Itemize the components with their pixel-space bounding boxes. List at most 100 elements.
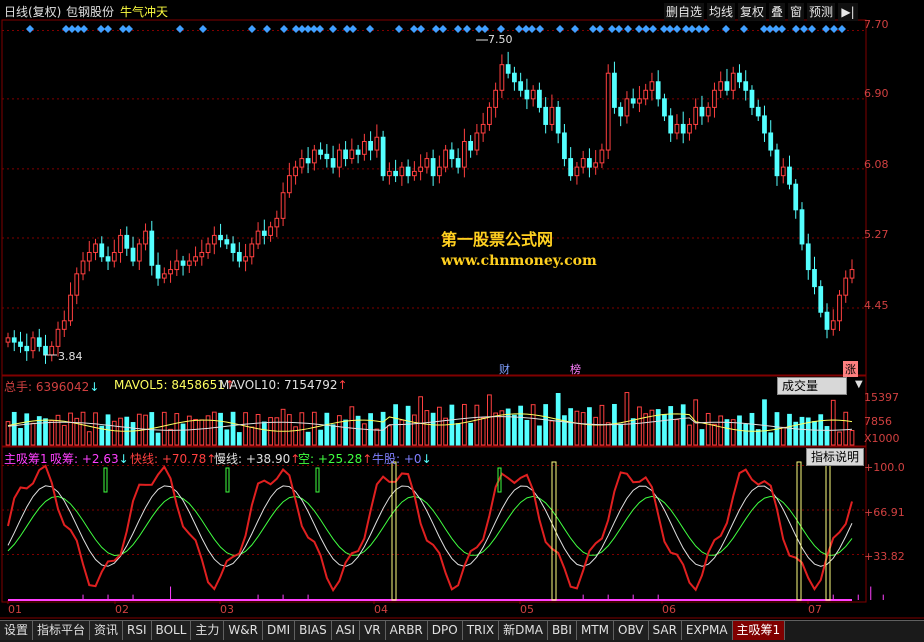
indicator-explain-button[interactable]: 指标说明 <box>806 448 864 466</box>
volume-bar <box>418 396 423 446</box>
window-button[interactable]: 窗 <box>788 3 804 21</box>
candle-body <box>305 158 311 164</box>
candle-body <box>30 337 36 352</box>
signal-diamond <box>673 25 681 33</box>
volume-bar <box>411 414 417 446</box>
candle-body <box>755 106 761 117</box>
tab-8[interactable]: BIAS <box>295 621 332 640</box>
tab-10[interactable]: VR <box>360 621 386 640</box>
play-arrow-icon[interactable]: ▶| <box>838 3 858 21</box>
volume-axis-unit: X1000 <box>864 432 900 445</box>
formula-name: 牛气冲天 <box>120 5 169 19</box>
volume-bar <box>468 422 474 446</box>
signal-diamond <box>248 25 256 33</box>
volume-bar <box>662 414 667 446</box>
tab-14[interactable]: 新DMA <box>499 621 548 640</box>
tab-17[interactable]: OBV <box>614 621 649 640</box>
tab-2[interactable]: 资讯 <box>90 621 124 640</box>
remove-favorite-button[interactable]: 删自选 <box>664 3 704 21</box>
xichou-label: 吸筹: +2.63↓ <box>50 452 129 466</box>
volume-bar <box>305 431 311 446</box>
tab-6[interactable]: W&R <box>224 621 263 640</box>
candle-body <box>105 256 111 262</box>
candle-body <box>668 115 674 134</box>
volume-axis-tick: 7856 <box>864 415 892 428</box>
tab-18[interactable]: SAR <box>648 621 682 640</box>
tab-7[interactable]: DMI <box>262 621 296 640</box>
candle-body <box>793 183 799 211</box>
candle-body <box>380 136 386 177</box>
candle-body <box>737 72 742 83</box>
candle-body <box>780 166 786 177</box>
financial-report-tag[interactable]: 财 <box>499 361 510 377</box>
volume-bar <box>243 412 248 446</box>
tab-12[interactable]: DPO <box>427 621 463 640</box>
candle-body <box>499 64 505 91</box>
volume-bar <box>286 414 292 446</box>
period-label: 日线(复权) <box>4 5 62 19</box>
forecast-button[interactable]: 预测 <box>807 3 835 21</box>
tab-20[interactable]: 主吸筹1 <box>732 621 786 640</box>
tab-16[interactable]: MTM <box>576 621 614 640</box>
candle-body <box>374 136 380 151</box>
volume-bar <box>174 413 180 446</box>
candle-body <box>449 149 455 160</box>
volume-bar <box>280 408 286 446</box>
mavol10-label: MAVOL10: 7154792↑ <box>219 378 348 392</box>
candle-body <box>268 226 273 236</box>
candle-body <box>580 158 586 168</box>
tab-19[interactable]: EXPMA <box>681 621 733 640</box>
volume-bar <box>93 412 98 446</box>
signal-diamond <box>349 25 357 33</box>
volume-bar <box>437 406 442 446</box>
volume-bar <box>824 426 830 446</box>
candle-body <box>555 106 561 134</box>
candle-body <box>674 123 680 134</box>
volume-bar <box>293 426 298 446</box>
candle-body <box>455 158 461 168</box>
candle-body <box>543 106 549 125</box>
tab-1[interactable]: 指标平台 <box>33 621 91 640</box>
ranking-tag[interactable]: 榜 <box>570 361 581 377</box>
volume-bar <box>537 425 542 446</box>
volume-bar <box>55 414 61 446</box>
signal-diamond <box>615 25 623 33</box>
tab-3[interactable]: RSI <box>123 621 152 640</box>
candle-body <box>774 149 780 177</box>
volume-bar <box>462 403 467 446</box>
candle-body <box>805 243 811 271</box>
candle-body <box>386 170 392 177</box>
tab-11[interactable]: ARBR <box>385 621 428 640</box>
candle-body <box>418 166 423 172</box>
candle-body <box>186 260 192 266</box>
volume-bar <box>499 410 505 446</box>
volume-bar <box>255 413 261 446</box>
ma-button[interactable]: 均线 <box>707 3 735 21</box>
volume-select[interactable]: 成交量 <box>777 377 847 395</box>
volume-bar <box>843 411 849 446</box>
tab-13[interactable]: TRIX <box>462 621 500 640</box>
candle-body <box>411 170 417 177</box>
tab-0[interactable]: 设置 <box>0 621 34 640</box>
overlay-button[interactable]: 叠 <box>769 3 785 21</box>
tab-15[interactable]: BBI <box>547 621 577 640</box>
candle-body <box>430 158 436 177</box>
chevron-down-icon[interactable]: ▼ <box>855 379 863 390</box>
signal-diamond <box>263 25 271 33</box>
candle-body <box>493 89 499 108</box>
candle-body <box>693 106 699 125</box>
candle-body <box>68 294 73 322</box>
volume-bar <box>712 423 717 446</box>
signal-diamond <box>26 25 34 33</box>
candle-body <box>205 243 211 253</box>
adjust-button[interactable]: 复权 <box>738 3 766 21</box>
candle-body <box>99 243 105 258</box>
candle-body <box>762 115 767 134</box>
candle-body <box>293 166 298 177</box>
tab-4[interactable]: BOLL <box>151 621 192 640</box>
volume-bar <box>230 411 236 446</box>
candle-body <box>818 286 824 313</box>
tab-9[interactable]: ASI <box>331 621 361 640</box>
candle-body <box>143 230 148 245</box>
tab-5[interactable]: 主力 <box>191 621 225 640</box>
